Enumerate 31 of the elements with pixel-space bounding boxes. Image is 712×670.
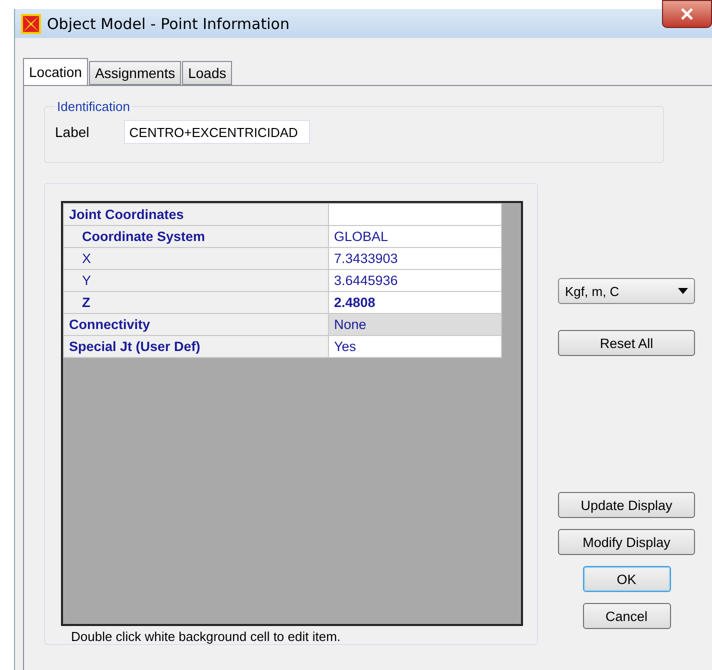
hint-text: Double click white background cell to edit item. (70, 628, 342, 644)
caret-icon (678, 288, 688, 294)
property-cell: Joint Coordinates (64, 204, 328, 225)
field-label: Label (55, 124, 90, 140)
tab[interactable]: Loads (182, 61, 232, 85)
group-legend: Identification (55, 99, 132, 114)
app-logo-icon (21, 14, 41, 34)
property-cell: Z (64, 292, 328, 313)
dialog-button[interactable]: Reset All (558, 330, 695, 356)
dialog-button[interactable]: Modify Display (558, 529, 695, 555)
units-dropdown[interactable]: Kgf, m, C (558, 278, 695, 304)
dialog-button[interactable]: OK (582, 566, 670, 592)
value-cell[interactable]: 2.4808 (329, 292, 501, 313)
property-cell: Special Jt (User Def) (64, 336, 328, 357)
value-cell[interactable]: GLOBAL (329, 226, 501, 247)
dialog-button[interactable]: Update Display (558, 492, 695, 518)
dialog-button[interactable]: Cancel (582, 603, 670, 629)
property-cell: Coordinate System (64, 226, 328, 247)
property-cell: Connectivity (64, 314, 328, 335)
close-icon (680, 8, 694, 20)
window-title: Object Model - Point Information (47, 14, 290, 32)
value-cell[interactable]: 3.6445936 (329, 270, 501, 291)
property-cell: Y (64, 270, 328, 291)
property-cell: X (64, 248, 328, 269)
value-cell[interactable]: Yes (329, 336, 501, 357)
tab[interactable]: Assignments (88, 61, 182, 85)
tab[interactable]: Location (23, 58, 88, 85)
label-field[interactable]: CENTRO+EXCENTRICIDAD (124, 120, 310, 144)
value-cell[interactable]: None (329, 314, 501, 335)
value-cell[interactable]: 7.3433903 (329, 248, 501, 269)
close-button[interactable] (662, 0, 712, 28)
